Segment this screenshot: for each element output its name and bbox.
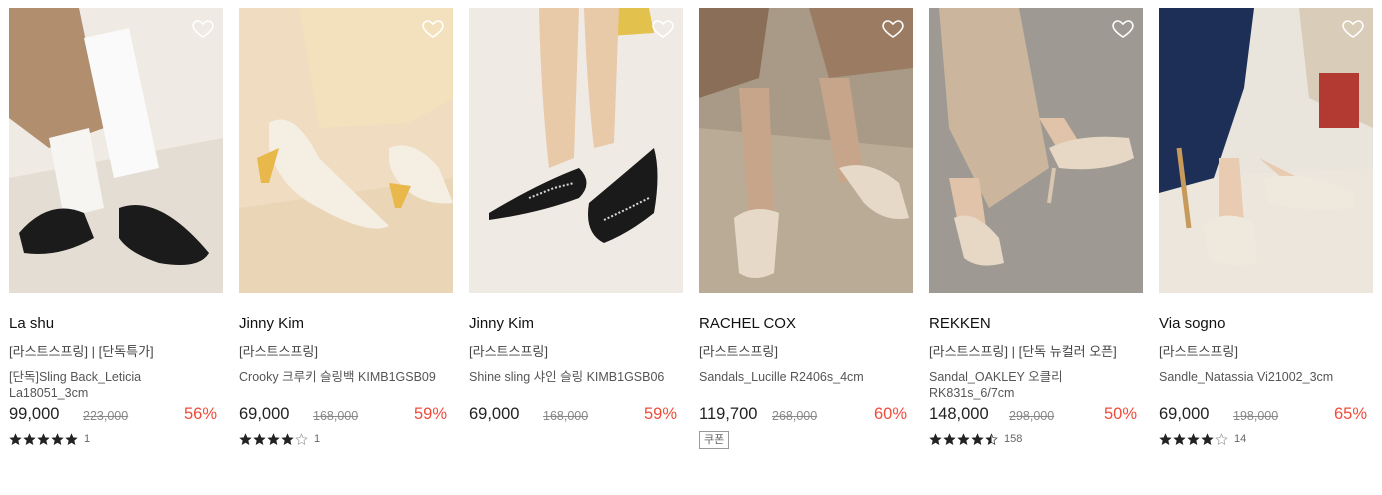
wishlist-heart-icon[interactable]: [1341, 16, 1365, 40]
star-filled-icon: [253, 432, 266, 445]
star-filled-icon: [267, 432, 280, 445]
promo-tags: [라스트스프링]: [469, 344, 548, 359]
product-name[interactable]: Sandle_Natassia Vi21002_3cm: [1159, 369, 1373, 403]
review-count: 1: [84, 433, 91, 445]
product-image[interactable]: [929, 8, 1143, 293]
star-filled-icon: [281, 432, 294, 445]
wishlist-heart-icon[interactable]: [1111, 16, 1135, 40]
sale-price: 69,000: [239, 405, 290, 423]
brand-name[interactable]: Jinny Kim: [239, 315, 453, 333]
sale-price: 148,000: [929, 405, 989, 423]
wishlist-heart-icon[interactable]: [421, 16, 445, 40]
star-filled-icon: [1173, 432, 1186, 445]
discount-rate: 59%: [413, 405, 447, 423]
review-count: 14: [1234, 433, 1247, 445]
brand-name[interactable]: La shu: [9, 315, 223, 333]
sale-price: 99,000: [9, 405, 60, 423]
sale-price: 69,000: [1159, 405, 1210, 423]
rating: 1: [239, 431, 453, 447]
star-filled-icon: [1201, 432, 1214, 445]
product-photo: [699, 8, 913, 293]
product-image[interactable]: [699, 8, 913, 293]
original-price: 223,000: [83, 409, 129, 423]
sale-price: 119,700: [699, 405, 758, 423]
star-filled-icon: [23, 432, 36, 445]
original-price: 168,000: [543, 409, 589, 423]
star-filled-icon: [9, 432, 22, 445]
product-card[interactable]: REKKEN [라스트스프링] | [단독 뉴컬러 오픈] Sandal_OAK…: [929, 8, 1143, 447]
promo-tags: [라스트스프링] | [단독 뉴컬러 오픈]: [929, 344, 1117, 359]
discount-rate: 59%: [643, 405, 677, 423]
product-card[interactable]: La shu [라스트스프링] | [단독특가] [단독]Sling Back_…: [9, 8, 223, 447]
star-rating: [1159, 432, 1228, 446]
review-count: 1: [314, 433, 321, 445]
star-filled-icon: [239, 432, 252, 445]
review-count: 158: [1004, 433, 1023, 445]
price-row: 99,000 223,000 56%: [9, 403, 223, 425]
price-row: 69,000 168,000 59%: [239, 403, 453, 425]
promo-tags: [라스트스프링] | [단독특가]: [9, 344, 154, 359]
product-photo: [929, 8, 1143, 293]
promo-tags: [라스트스프링]: [1159, 344, 1238, 359]
product-name[interactable]: Sandals_Lucille R2406s_4cm: [699, 369, 913, 403]
original-price: 168,000: [313, 409, 359, 423]
rating: 14: [1159, 431, 1373, 447]
product-card[interactable]: Jinny Kim [라스트스프링] Crooky 크루키 슬링백 KIMB1G…: [239, 8, 453, 447]
star-rating: [239, 432, 308, 446]
price-row: 69,000 168,000 59%: [469, 403, 683, 425]
star-filled-icon: [37, 432, 50, 445]
product-card[interactable]: Via sogno [라스트스프링] Sandle_Natassia Vi210…: [1159, 8, 1373, 447]
wishlist-heart-icon[interactable]: [881, 16, 905, 40]
promo-tags: [라스트스프링]: [239, 344, 318, 359]
sale-price: 69,000: [469, 405, 520, 423]
product-image[interactable]: [469, 8, 683, 293]
original-price: 298,000: [1009, 409, 1055, 423]
star-filled-icon: [1187, 432, 1200, 445]
price-row: 69,000 198,000 65%: [1159, 403, 1373, 425]
star-rating: [9, 432, 78, 446]
product-image[interactable]: [239, 8, 453, 293]
product-name[interactable]: [단독]Sling Back_Leticia La18051_3cm: [9, 369, 223, 403]
star-filled-icon: [943, 432, 956, 445]
discount-rate: 60%: [873, 405, 907, 423]
wishlist-heart-icon[interactable]: [191, 16, 215, 40]
brand-name[interactable]: RACHEL COX: [699, 315, 913, 333]
rating: 1: [9, 431, 223, 447]
brand-name[interactable]: REKKEN: [929, 315, 1143, 333]
star-filled-icon: [1159, 432, 1172, 445]
star-filled-icon: [957, 432, 970, 445]
product-image[interactable]: [9, 8, 223, 293]
discount-rate: 65%: [1333, 405, 1367, 423]
product-name[interactable]: Shine sling 샤인 슬링 KIMB1GSB06: [469, 369, 683, 403]
original-price: 268,000: [772, 409, 818, 423]
price-row: 148,000 298,000 50%: [929, 403, 1143, 425]
product-photo: [9, 8, 223, 293]
star-empty-icon: [295, 432, 308, 445]
star-filled-icon: [971, 432, 984, 445]
original-price: 198,000: [1233, 409, 1279, 423]
product-card[interactable]: RACHEL COX [라스트스프링] Sandals_Lucille R240…: [699, 8, 913, 449]
star-half-icon: [985, 432, 998, 445]
product-photo: [469, 8, 683, 293]
star-empty-icon: [1215, 432, 1228, 445]
star-filled-icon: [65, 432, 78, 445]
star-rating: [929, 432, 998, 446]
star-filled-icon: [929, 432, 942, 445]
product-photo: [1159, 8, 1373, 293]
brand-name[interactable]: Via sogno: [1159, 315, 1373, 333]
discount-rate: 56%: [183, 405, 217, 423]
rating: 158: [929, 431, 1143, 447]
star-filled-icon: [51, 432, 64, 445]
brand-name[interactable]: Jinny Kim: [469, 315, 683, 333]
product-name[interactable]: Crooky 크루키 슬링백 KIMB1GSB09: [239, 369, 453, 403]
product-photo: [239, 8, 453, 293]
coupon-badge: 쿠폰: [699, 431, 730, 449]
discount-rate: 50%: [1103, 405, 1137, 423]
product-card[interactable]: Jinny Kim [라스트스프링] Shine sling 샤인 슬링 KIM…: [469, 8, 683, 425]
promo-tags: [라스트스프링]: [699, 344, 778, 359]
product-name[interactable]: Sandal_OAKLEY 오클리 RK831s_6/7cm: [929, 369, 1143, 403]
product-image[interactable]: [1159, 8, 1373, 293]
wishlist-heart-icon[interactable]: [651, 16, 675, 40]
price-row: 119,700 268,000 60%: [699, 403, 913, 425]
